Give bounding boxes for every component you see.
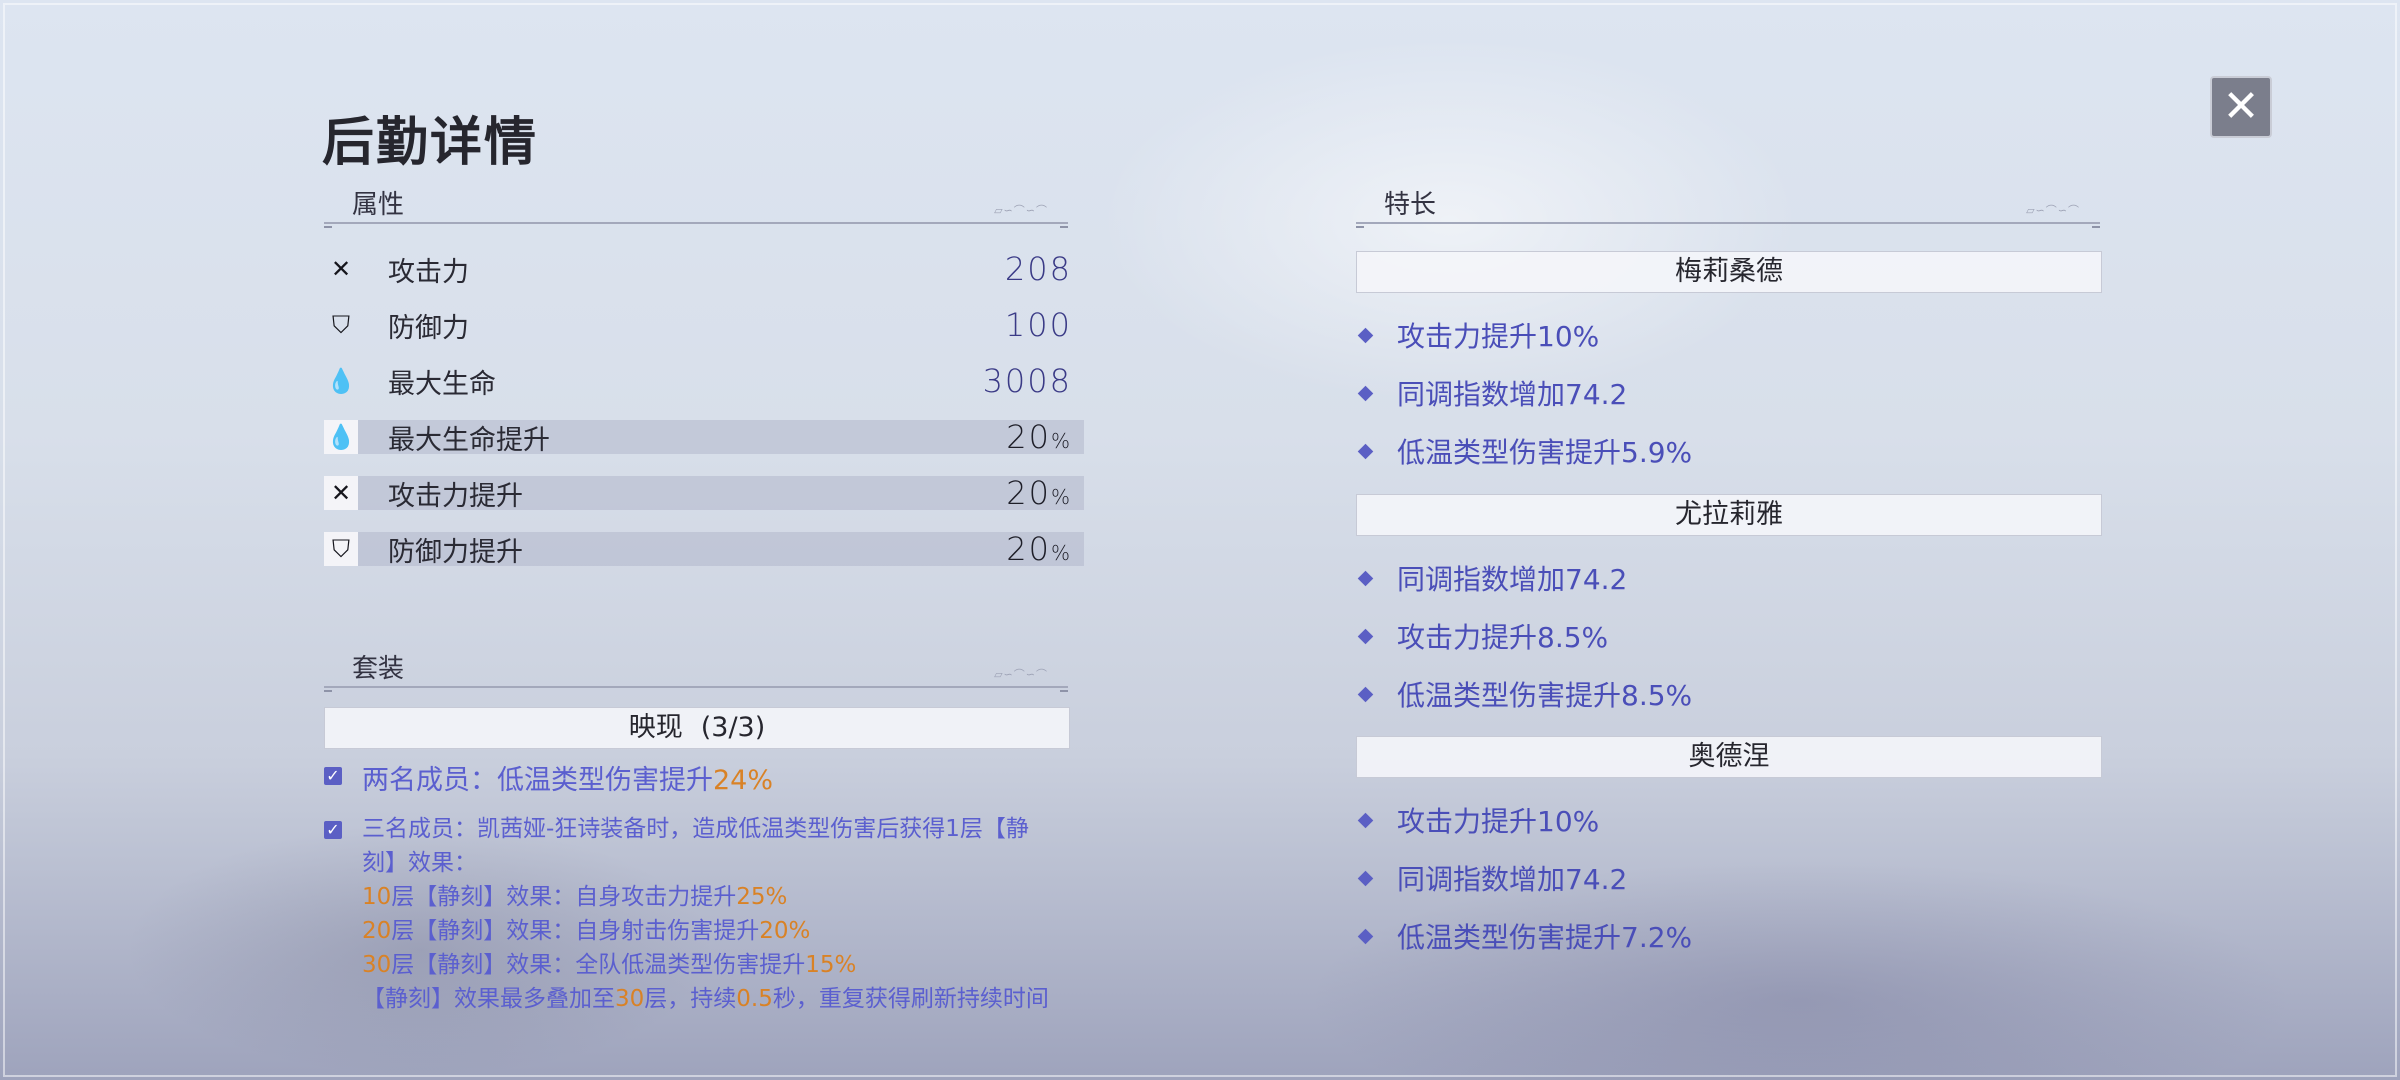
stat-row-max-hp: 💧 最大生命 3008 [324,362,1084,400]
close-button[interactable]: ✕ [2210,76,2272,138]
stat-label: 最大生命 [388,368,496,400]
attributes-section-header: 属性 ▱∽⌒∽⌒ [324,182,1068,228]
header-decoration: ▱∽⌒∽⌒ [2026,204,2080,217]
specialty-item: 同调指数增加74.2 [1356,376,1627,411]
diamond-bullet-icon [1357,870,1374,886]
close-icon: ✕ [2222,81,2260,132]
specialty-item: 同调指数增加74.2 [1356,561,1627,596]
diamond-bullet-icon [1357,812,1374,828]
diamond-bullet-icon [1357,628,1374,644]
stat-value: 100 [1004,306,1072,344]
stat-row-attack-boost: ✕ 攻击力提升 20% [324,474,1084,512]
two-piece-bonus: 两名成员：低温类型伤害提升24% [362,765,774,796]
set-count: (3/3) [700,712,766,743]
diamond-bullet-icon [1357,570,1374,586]
stat-value: 20% [1006,530,1072,568]
three-piece-check-icon: ✓ [324,821,342,839]
stat-label: 防御力提升 [388,536,523,568]
attack-icon: ✕ [330,255,352,283]
defense-boost-icon: ⛉ [324,532,358,566]
diamond-bullet-icon [1357,385,1374,401]
stat-row-max-hp-boost: 💧 最大生命提升 20% [324,418,1084,456]
header-decoration: ▱∽⌒∽⌒ [994,204,1048,217]
specialty-group-melisande: 梅莉桑德 [1356,251,2102,293]
specialty-item: 同调指数增加74.2 [1356,861,1627,896]
stat-label: 防御力 [388,312,469,344]
specialty-group-eulalia: 尤拉莉雅 [1356,494,2102,536]
page-title: 后勤详情 [322,113,539,173]
stat-row-defense: ⛉ 防御力 100 [324,306,1084,344]
diamond-bullet-icon [1357,327,1374,343]
stat-label: 最大生命提升 [388,424,550,456]
two-piece-check-icon: ✓ [324,767,342,785]
attack-boost-icon: ✕ [324,476,358,510]
diamond-bullet-icon [1357,443,1374,459]
diamond-bullet-icon [1357,928,1374,944]
defense-icon: ⛉ [332,311,350,339]
specialty-item: 低温类型伤害提升5.9% [1356,434,1692,469]
attributes-header-label: 属性 [352,190,405,220]
specialty-item: 攻击力提升8.5% [1356,619,1608,654]
set-header-label: 套装 [352,654,405,684]
specialty-group-odene: 奥德涅 [1356,736,2102,778]
specialty-item: 攻击力提升10% [1356,318,1599,353]
set-name-bar: 映现 (3/3) [324,707,1070,749]
stat-label: 攻击力提升 [388,480,523,512]
stat-row-attack: ✕ 攻击力 208 [324,250,1084,288]
stat-value: 20% [1006,474,1072,512]
hp-icon: 💧 [326,367,356,395]
set-name: 映现 [628,712,683,743]
stat-value: 208 [1004,250,1072,288]
specialty-item: 低温类型伤害提升7.2% [1356,919,1692,954]
stat-label: 攻击力 [388,256,469,288]
specialties-header-label: 特长 [1384,190,1437,220]
stat-value: 20% [1006,418,1072,456]
hp-boost-icon: 💧 [324,420,358,454]
specialty-item: 攻击力提升10% [1356,803,1599,838]
stat-value: 3008 [982,362,1072,400]
specialties-section-header: 特长 ▱∽⌒∽⌒ [1356,182,2100,228]
specialty-item: 低温类型伤害提升8.5% [1356,677,1692,712]
set-section-header: 套装 ▱∽⌒∽⌒ [324,646,1068,692]
header-decoration: ▱∽⌒∽⌒ [994,668,1048,681]
stat-row-defense-boost: ⛉ 防御力提升 20% [324,530,1084,568]
three-piece-bonus: 三名成员：凯茜娅-狂诗装备时，造成低温类型伤害后获得1层【静 刻】效果： 10层… [362,816,1049,1012]
diamond-bullet-icon [1357,686,1374,702]
